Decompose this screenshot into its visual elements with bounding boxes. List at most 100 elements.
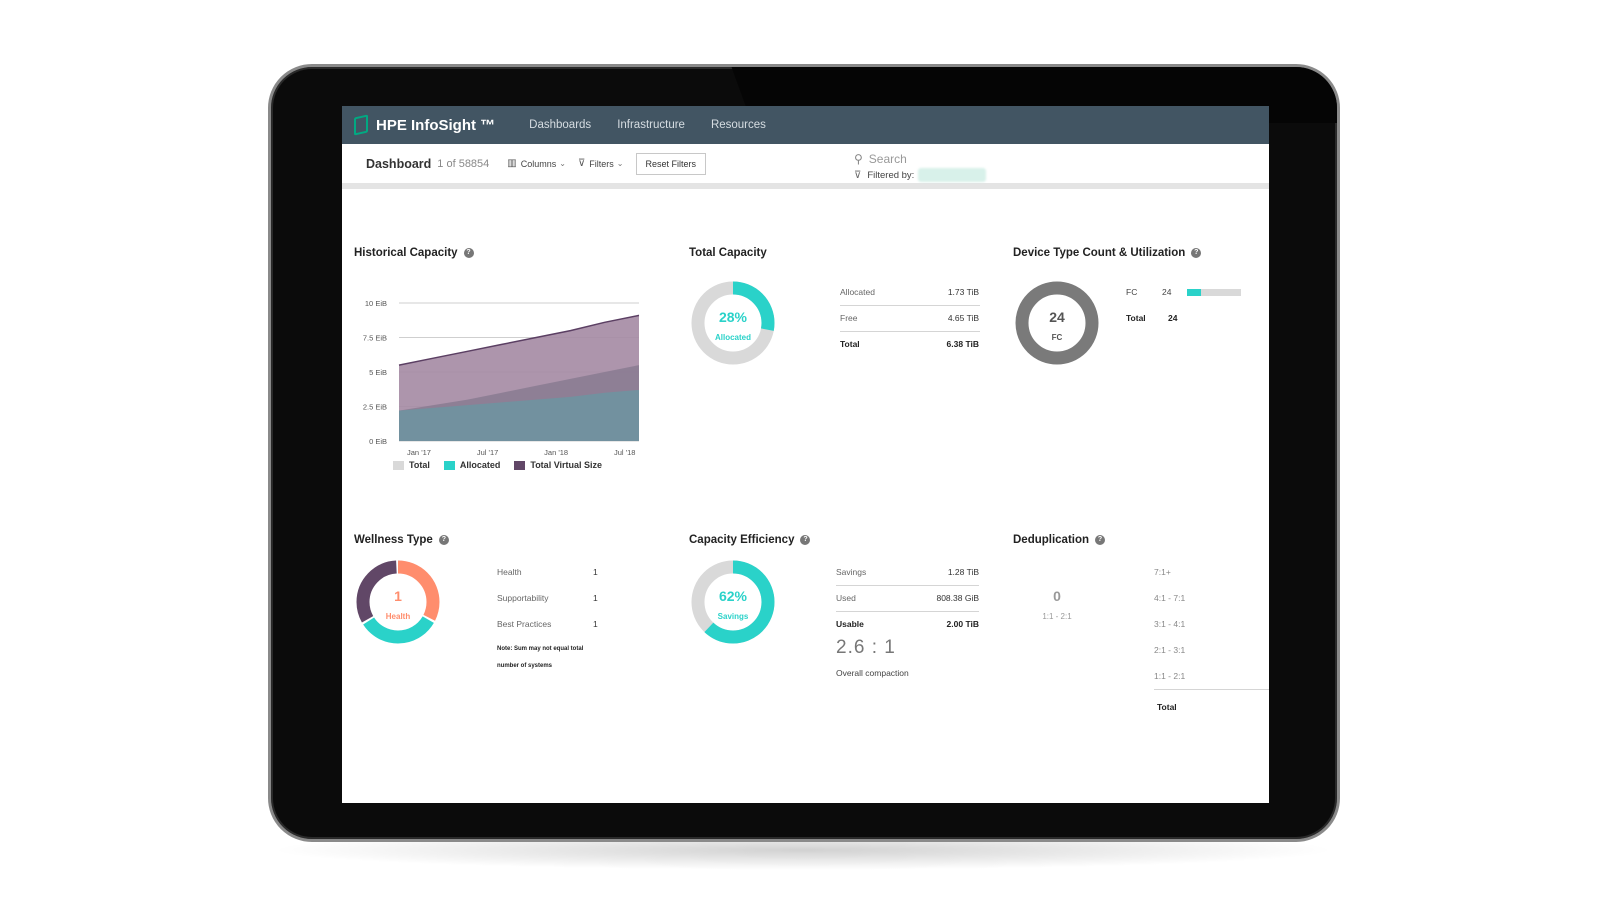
toolbar: Dashboard 1 of 58854 ▥ Columns ⌄ ⊽ Filte…	[342, 144, 1269, 189]
tablet-frame: HPE InfoSight ™ Dashboards Infrastructur…	[268, 64, 1340, 842]
wellness-supportability-value: 1	[593, 593, 598, 603]
search-placeholder: Search	[868, 152, 907, 166]
reset-filters-button[interactable]: Reset Filters	[635, 152, 707, 175]
filtered-by-label: Filtered by:	[867, 169, 915, 181]
historical-capacity-chart: 10 EiB 7.5 EiB 5 EiB 2.5 EiB 0 EiB Jan '17 Ju…	[363, 299, 640, 457]
filters-button[interactable]: ⊽ Filters ⌄	[578, 158, 624, 169]
legend-label: Total	[409, 460, 430, 470]
deduplication-title-text: Deduplication	[1013, 534, 1090, 546]
efficiency-percent-label: Savings	[717, 612, 749, 621]
wellness-center-value: 1	[394, 588, 402, 604]
y-tick-label: 0 EiB	[369, 437, 387, 446]
columns-label: Columns	[520, 158, 557, 169]
search-area: ⚲ Search ⊽ Filtered by:	[854, 152, 987, 182]
wellness-center-label: Health	[385, 612, 411, 621]
total-capacity-percent-label: Allocated	[714, 333, 751, 342]
device-type-title: Device Type Count & Utilization ?	[1013, 247, 1263, 259]
columns-button[interactable]: ▥ Columns ⌄	[507, 158, 566, 169]
historical-capacity-widget: Historical Capacity ? 10 EiB 7.5 EiB 5 EiB…	[354, 247, 654, 487]
total-capacity-percent: 28%	[718, 309, 748, 325]
filter-icon: ⊽	[577, 158, 586, 169]
device-count-label: FC	[1051, 333, 1063, 342]
legend-label: Total Virtual Size	[530, 460, 603, 470]
search-icon: ⚲	[854, 152, 863, 166]
capacity-efficiency-title-text: Capacity Efficiency	[689, 534, 795, 546]
efficiency-savings-label: Savings	[836, 567, 867, 577]
efficiency-percent: 62%	[718, 588, 748, 604]
help-icon[interactable]: ?	[1191, 248, 1202, 258]
efficiency-savings-value: 1.28 TiB	[947, 567, 979, 577]
filters-label: Filters	[589, 158, 614, 169]
tc-free-value: 4.65 TiB	[947, 313, 979, 323]
wellness-note-line1: Note: Sum may not equal total	[497, 646, 584, 652]
efficiency-used-label: Used	[836, 593, 856, 603]
capacity-efficiency-title: Capacity Efficiency ?	[689, 534, 989, 546]
tc-allocated-value: 1.73 TiB	[947, 287, 979, 297]
total-capacity-widget: Total Capacity 28% Allocated Allocated 1…	[689, 247, 989, 377]
legend-virtual[interactable]: Total Virtual Size	[514, 460, 602, 470]
divider	[836, 585, 979, 586]
deduplication-title: Deduplication ?	[1013, 534, 1269, 546]
total-capacity-title: Total Capacity	[689, 247, 767, 259]
hpe-logo-icon	[354, 114, 368, 136]
device-type-title-text: Device Type Count & Utilization	[1013, 247, 1186, 259]
legend-total[interactable]: Total	[393, 460, 430, 470]
legend-allocated[interactable]: Allocated	[443, 460, 501, 470]
nav-infrastructure[interactable]: Infrastructure	[617, 119, 685, 131]
chevron-down-icon: ⌄	[616, 159, 624, 168]
efficiency-usable-label: Usable	[836, 619, 864, 629]
nav-dashboards[interactable]: Dashboards	[529, 119, 591, 131]
divider	[840, 305, 980, 306]
help-icon[interactable]: ?	[438, 535, 449, 545]
compaction-ratio: 2.6 : 1	[836, 637, 896, 658]
x-tick-label: Jul '17	[477, 448, 498, 457]
compaction-label: Overall compaction	[836, 668, 909, 678]
dedup-range-2-3: 2:1 - 3:1	[1154, 645, 1186, 655]
y-tick-label: 7.5 EiB	[363, 334, 387, 343]
legend-swatch-total	[393, 460, 404, 470]
filter-value-blurred[interactable]	[918, 168, 987, 182]
tc-allocated-label: Allocated	[840, 287, 875, 297]
filter-icon: ⊽	[854, 169, 862, 181]
capacity-efficiency-widget: Capacity Efficiency ? 62% Savings Saving…	[689, 534, 989, 704]
divider	[1154, 689, 1269, 690]
tc-total-label: Total	[840, 339, 860, 349]
legend-label: Allocated	[459, 460, 501, 470]
search-input[interactable]: ⚲ Search	[854, 152, 986, 166]
wellness-health-label: Health	[497, 567, 522, 577]
divider	[840, 331, 980, 332]
wellness-best-practices-value: 1	[593, 619, 598, 629]
help-icon[interactable]: ?	[1095, 535, 1106, 545]
top-nav: HPE InfoSight ™ Dashboards Infrastructur…	[342, 106, 1269, 144]
historical-capacity-title: Historical Capacity ?	[354, 247, 654, 259]
wellness-type-title-text: Wellness Type	[354, 534, 433, 546]
filtered-by: ⊽ Filtered by:	[854, 168, 987, 182]
device-type-widget: Device Type Count & Utilization ? 24 FC …	[1013, 247, 1263, 377]
chart-legend: Total Allocated Total Virtual Size	[393, 460, 602, 470]
x-tick-label: Jan '18	[544, 448, 568, 457]
dedup-center-label: 1:1 - 2:1	[1042, 612, 1072, 621]
legend-swatch-allocated	[443, 460, 455, 470]
dedup-range-1-2: 1:1 - 2:1	[1154, 671, 1186, 681]
help-icon[interactable]: ?	[463, 248, 474, 258]
device-total-value: 24	[1168, 313, 1178, 323]
tc-total-value: 6.38 TiB	[946, 339, 979, 349]
y-tick-label: 5 EiB	[369, 368, 387, 377]
wellness-health-value: 1	[593, 567, 598, 577]
help-icon[interactable]: ?	[800, 535, 811, 545]
efficiency-usable-value: 2.00 TiB	[946, 619, 979, 629]
record-count: 1 of 58854	[437, 157, 490, 170]
wellness-type-title: Wellness Type ?	[354, 534, 654, 546]
nav-resources[interactable]: Resources	[711, 119, 766, 131]
historical-capacity-title-text: Historical Capacity	[354, 247, 458, 259]
device-utilization-fill	[1187, 289, 1201, 296]
wellness-best-practices-label: Best Practices	[497, 619, 552, 629]
device-count-value: 24	[1049, 309, 1065, 325]
device-utilization-bar[interactable]	[1187, 289, 1241, 296]
divider	[836, 611, 979, 612]
dedup-range-4-7: 4:1 - 7:1	[1154, 593, 1186, 603]
y-tick-label: 10 EiB	[365, 299, 387, 308]
legend-swatch-virtual	[514, 460, 526, 470]
brand-title[interactable]: HPE InfoSight ™	[376, 117, 495, 134]
device-fc-value: 24	[1162, 287, 1172, 297]
